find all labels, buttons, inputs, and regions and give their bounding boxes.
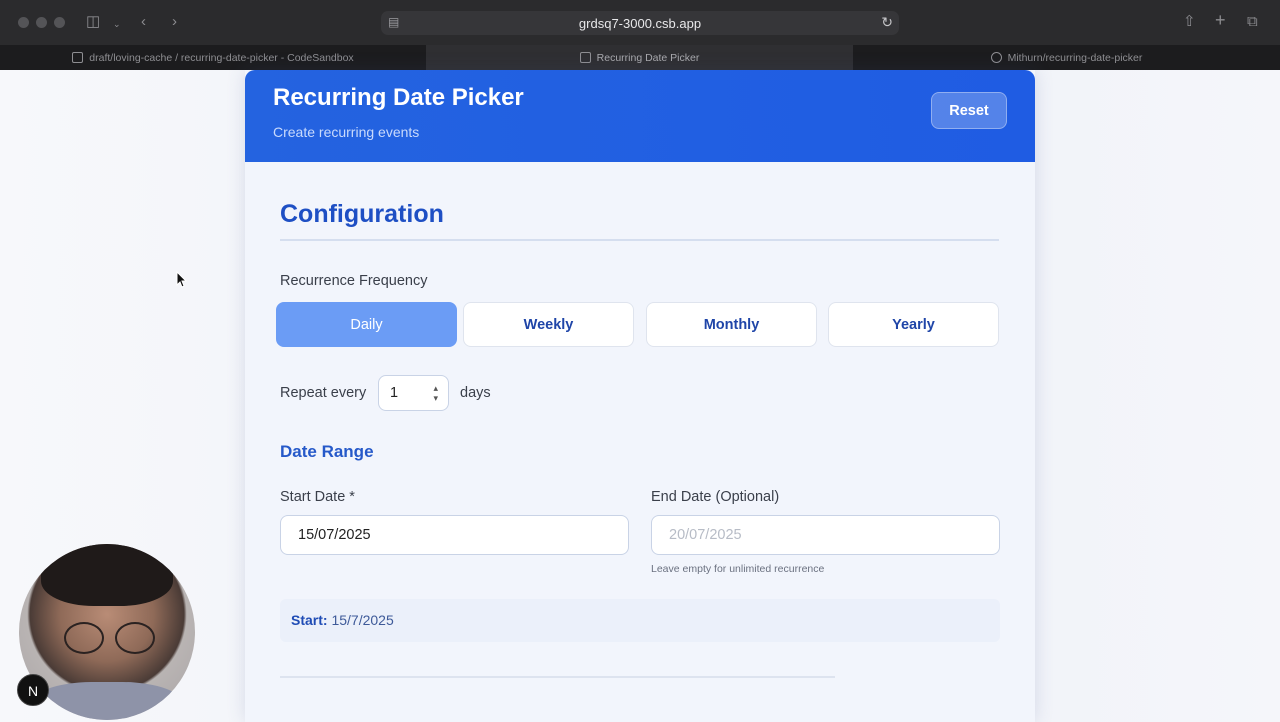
browser-toolbar: ◫ ⌄ ‹ › ▤ grdsq7-3000.csb.app ↻ ⇧ + ⧉ xyxy=(0,0,1280,45)
webcam-glasses-left xyxy=(64,622,104,654)
end-date-label: End Date (Optional) xyxy=(651,489,780,505)
repeat-unit: days xyxy=(460,385,491,401)
share-icon[interactable]: ⇧ xyxy=(1183,12,1196,32)
configuration-title: Configuration xyxy=(280,200,444,228)
end-date-hint: Leave empty for unlimited recurrence xyxy=(651,563,825,575)
close-window-button[interactable] xyxy=(18,17,29,28)
webcam-hair xyxy=(41,544,173,606)
new-tab-icon[interactable]: + xyxy=(1215,10,1226,30)
forward-arrow-icon[interactable]: › xyxy=(172,12,177,32)
chevron-down-icon[interactable]: ⌄ xyxy=(113,14,121,34)
tab-github[interactable]: Mithurn/recurring-date-picker xyxy=(853,45,1280,70)
github-icon xyxy=(990,52,1002,63)
minimize-window-button[interactable] xyxy=(36,17,47,28)
summary-start-value: 15/7/2025 xyxy=(331,612,394,628)
start-date-value: 15/07/2025 xyxy=(298,527,371,543)
tab-label: draft/loving-cache / recurring-date-pick… xyxy=(89,51,354,64)
zoom-window-button[interactable] xyxy=(54,17,65,28)
mouse-cursor-icon xyxy=(176,271,187,288)
section-divider-bottom xyxy=(280,676,835,678)
section-divider xyxy=(280,239,999,241)
start-date-label: Start Date * xyxy=(280,489,355,505)
tab-label: Recurring Date Picker xyxy=(596,51,700,64)
tab-bar: draft/loving-cache / recurring-date-pick… xyxy=(0,45,1280,70)
summary-start: Start: 15/7/2025 xyxy=(291,612,394,628)
repeat-interval-stepper[interactable]: 1 ▴ ▾ xyxy=(378,375,449,411)
reset-button[interactable]: Reset xyxy=(931,92,1007,129)
webcam-glasses-right xyxy=(115,622,155,654)
end-date-input[interactable]: 20/07/2025 xyxy=(651,515,1000,555)
page-title: Recurring Date Picker xyxy=(273,84,524,111)
codesandbox-icon xyxy=(72,52,84,63)
start-date-input[interactable]: 15/07/2025 xyxy=(280,515,629,555)
frequency-yearly-button[interactable]: Yearly xyxy=(828,302,999,347)
tab-codesandbox[interactable]: draft/loving-cache / recurring-date-pick… xyxy=(0,45,426,70)
sidebar-icon[interactable]: ◫ xyxy=(86,12,100,32)
address-bar[interactable]: ▤ grdsq7-3000.csb.app ↻ xyxy=(381,11,899,35)
frequency-monthly-button[interactable]: Monthly xyxy=(646,302,817,347)
frequency-weekly-button[interactable]: Weekly xyxy=(463,302,634,347)
repeat-interval-value: 1 xyxy=(390,385,399,401)
nextjs-devtools-badge[interactable]: N xyxy=(17,674,49,706)
frequency-label: Recurrence Frequency xyxy=(280,273,428,289)
tab-overview-icon[interactable]: ⧉ xyxy=(1247,12,1258,32)
page-subtitle: Create recurring events xyxy=(273,124,420,140)
app-favicon-icon xyxy=(579,52,591,63)
tab-label: Mithurn/recurring-date-picker xyxy=(1007,51,1143,64)
webcam-shirt xyxy=(29,682,185,720)
summary-panel: Start: 15/7/2025 xyxy=(280,599,1000,642)
back-arrow-icon[interactable]: ‹ xyxy=(141,12,146,32)
repeat-label: Repeat every xyxy=(280,385,367,401)
frequency-daily-button[interactable]: Daily xyxy=(276,302,457,347)
card-header: Recurring Date Picker Create recurring e… xyxy=(245,70,1035,162)
tab-recurring-date-picker[interactable]: Recurring Date Picker xyxy=(426,45,853,70)
end-date-placeholder: 20/07/2025 xyxy=(669,527,742,543)
url-text: grdsq7-3000.csb.app xyxy=(578,16,702,31)
summary-start-label: Start: xyxy=(291,612,328,628)
stepper-arrows-icon[interactable]: ▴ ▾ xyxy=(433,383,438,403)
date-range-title: Date Range xyxy=(280,442,374,461)
reload-icon[interactable]: ↻ xyxy=(881,14,893,31)
date-picker-card: Recurring Date Picker Create recurring e… xyxy=(245,70,1035,722)
